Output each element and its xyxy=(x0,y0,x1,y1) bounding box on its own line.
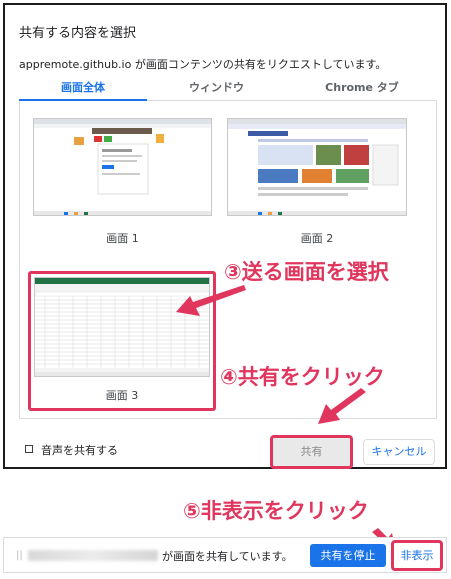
sharing-infobar: || が画面を共有しています。 共有を停止 非表示 xyxy=(3,537,447,573)
blurred-host-name xyxy=(28,550,158,561)
arrow-to-screen-3-icon xyxy=(176,285,246,316)
annotation-arrows-icon xyxy=(176,285,396,552)
sharing-message: が画面を共有しています。 xyxy=(162,550,293,563)
drag-handle-icon[interactable]: || xyxy=(16,550,23,561)
stop-sharing-button[interactable]: 共有を停止 xyxy=(310,544,386,567)
arrow-to-share-icon xyxy=(318,388,366,424)
hide-button[interactable]: 非表示 xyxy=(391,540,443,571)
